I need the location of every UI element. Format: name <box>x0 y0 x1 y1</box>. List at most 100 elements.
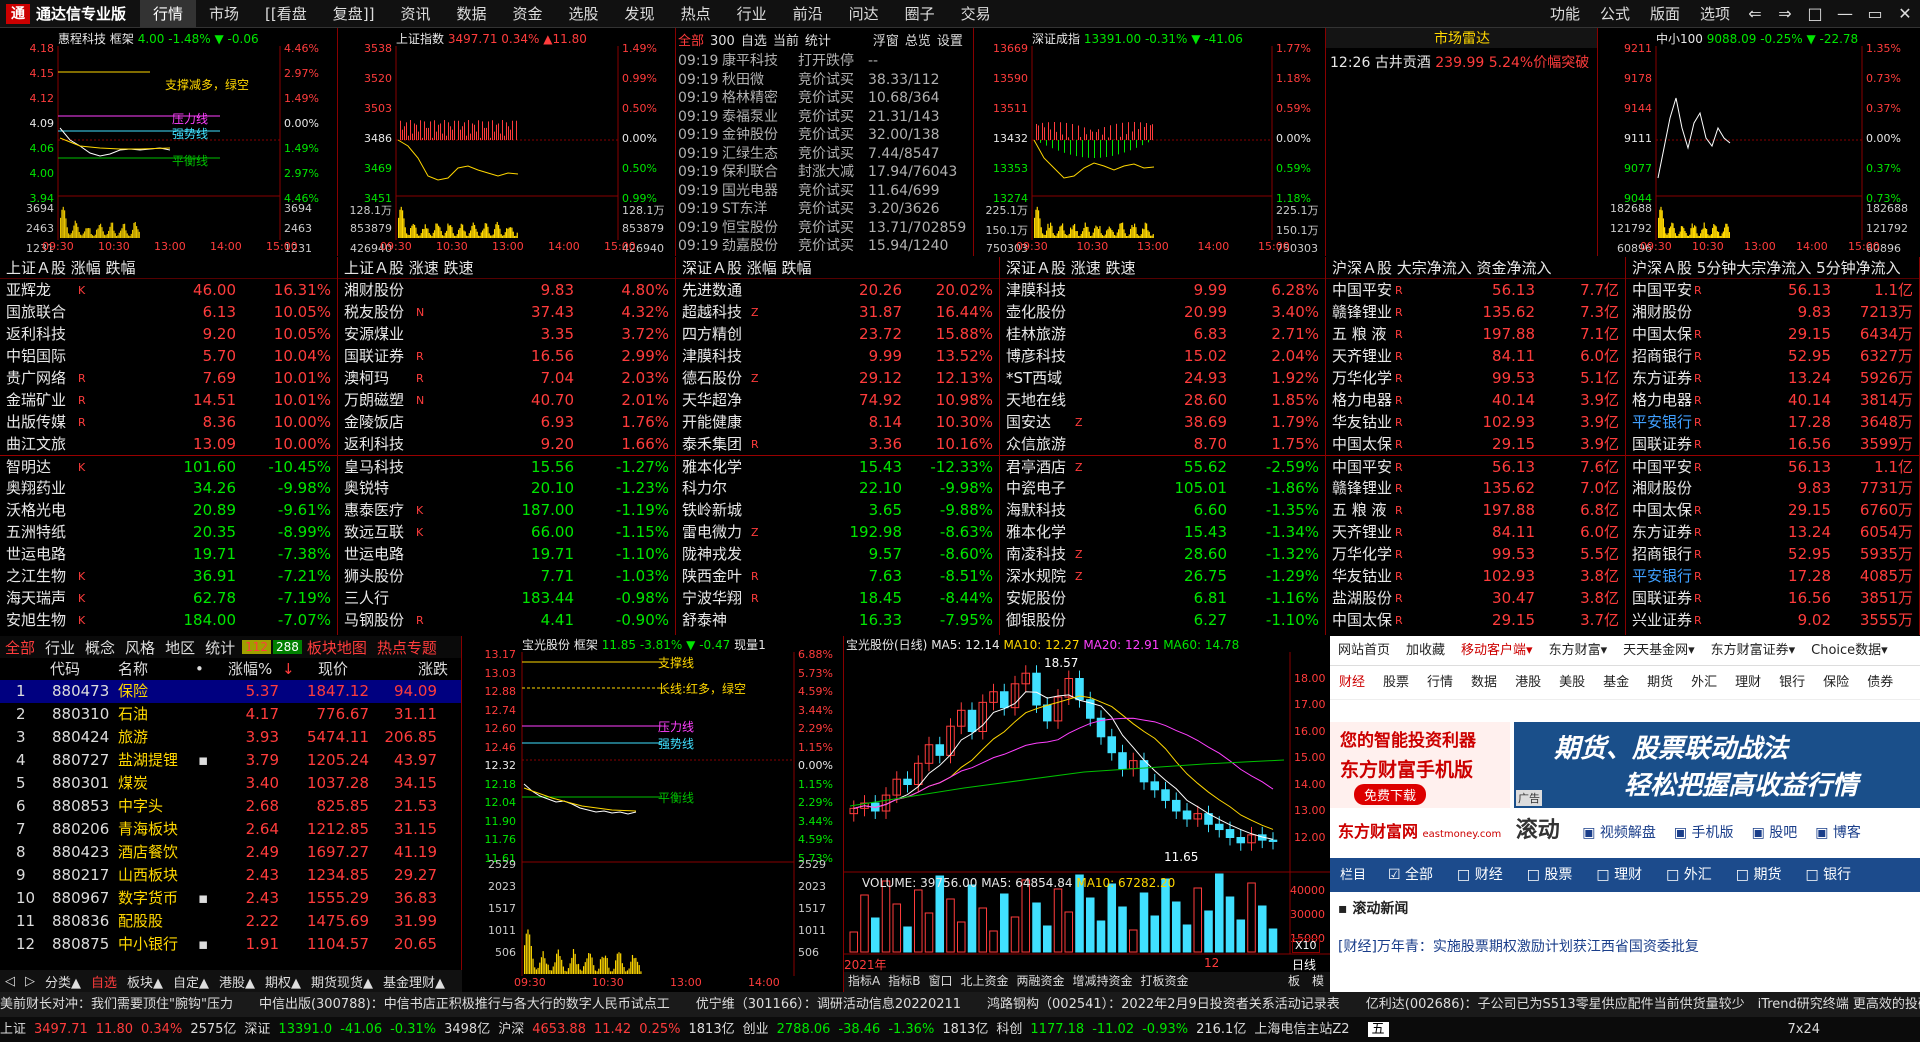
sector-header-cell[interactable]: 现价 <box>318 658 348 680</box>
sector-row[interactable]: 8 880423 酒店餐饮 2.49 1697.27 41.19 <box>0 841 461 864</box>
menu-0[interactable]: 行情 <box>140 0 196 28</box>
menu-8[interactable]: 发现 <box>612 0 668 28</box>
table-row[interactable]: 壶化股份 20.99 3.40% <box>1000 301 1325 323</box>
web-quick-link[interactable]: ▣ 博客 <box>1815 825 1861 841</box>
sector-row[interactable]: 12 880875 中小银行 ▪ 1.91 1104.57 20.65 <box>0 933 461 956</box>
table-row[interactable]: 宁波华翔 R 18.45 -8.44% <box>676 587 999 609</box>
table-row[interactable]: 国安达 Z 38.69 1.79% <box>1000 411 1325 433</box>
menu-11[interactable]: 前沿 <box>780 0 836 28</box>
clock-7x24[interactable]: 7x24 <box>1787 1017 1820 1042</box>
table-row[interactable]: 开能健康 8.14 10.30% <box>676 411 999 433</box>
web-channel-link[interactable]: 财经 <box>1330 675 1374 690</box>
table-row[interactable]: 税友股份 N 37.43 4.32% <box>338 301 675 323</box>
event-tab-right[interactable]: 设置 <box>937 34 963 49</box>
event-row[interactable]: 09:19 格林精密 竞价试买 10.68/364 <box>678 87 940 107</box>
menu-5[interactable]: 数据 <box>444 0 500 28</box>
table-row[interactable]: 三人行 183.44 -0.98% <box>338 587 675 609</box>
bottom-tab[interactable]: ◁ <box>0 974 20 989</box>
web-nav-link[interactable]: 东方财富证券▾ <box>1703 643 1804 658</box>
web-channel-link[interactable]: 外汇 <box>1682 675 1726 690</box>
table-row[interactable]: 德石股份 Z 29.12 12.13% <box>676 367 999 389</box>
table-row[interactable]: 海天瑞声 K 62.78 -7.19% <box>0 587 337 609</box>
table-row[interactable]: 天齐锂业 R 84.11 6.0亿 <box>1326 521 1625 543</box>
sector-tab[interactable]: 概念 <box>80 637 120 658</box>
kline-chart-panel[interactable]: 宝光股份(日线) MA5: 12.14 MA10: 12.27 MA20: 12… <box>844 636 1330 992</box>
event-row[interactable]: 09:19 秋田微 竞价试买 38.33/112 <box>678 69 940 89</box>
web-quick-link[interactable]: ▣ 视频解盘 <box>1582 825 1656 841</box>
kline-tab-right[interactable]: 模 <box>1306 972 1330 989</box>
close-icon[interactable]: ✕ <box>1890 4 1920 23</box>
table-row[interactable]: 桂林旅游 6.83 2.71% <box>1000 323 1325 345</box>
table-row[interactable]: 返利科技 9.20 1.66% <box>338 433 675 455</box>
event-row[interactable]: 09:19 金钟股份 竞价试买 32.00/138 <box>678 124 940 144</box>
web-channel-link[interactable]: 港股 <box>1506 675 1550 690</box>
table-row[interactable]: 万华化学 R 99.53 5.5亿 <box>1326 543 1625 565</box>
kline-tab[interactable]: 指标A <box>844 974 884 988</box>
sector-row[interactable]: 7 880206 青海板块 2.64 1212.85 31.15 <box>0 818 461 841</box>
table-row[interactable]: 四方精创 23.72 15.88% <box>676 323 999 345</box>
table-row[interactable]: 科力尔 22.10 -9.98% <box>676 477 999 499</box>
table-row[interactable]: 沃格光电 20.89 -9.61% <box>0 499 337 521</box>
sector-tab-extra[interactable]: 板块地图 <box>302 637 372 658</box>
news-ticker[interactable]: 美前财长对冲：我们需要顶住"腕钩"压力 中信出版(300788)：中信书店正积极… <box>0 992 1920 1017</box>
table-row[interactable]: 盐湖股份 R 30.47 3.8亿 <box>1326 587 1625 609</box>
ime-indicator[interactable]: 五 <box>1368 1022 1389 1037</box>
table-row[interactable]: 兴业证券 R 9.02 3555万 <box>1626 609 1919 631</box>
web-nav-link[interactable]: 加收藏 <box>1398 643 1453 658</box>
sector-header-cell[interactable]: 名称 <box>118 658 148 680</box>
event-row[interactable]: 09:19 汇绿生态 竞价试买 7.44/8547 <box>678 143 940 163</box>
kline-tab[interactable]: 窗口 <box>924 974 956 988</box>
web-channel-link[interactable]: 美股 <box>1550 675 1594 690</box>
table-row[interactable]: 天齐锂业 R 84.11 6.0亿 <box>1326 345 1625 367</box>
right-menu-0[interactable]: 功能 <box>1540 3 1590 24</box>
table-row[interactable]: 陇神戎发 9.57 -8.60% <box>676 543 999 565</box>
bottom-tab[interactable]: 板块▲ <box>122 972 168 991</box>
table-row[interactable]: 东方证券 R 13.24 6054万 <box>1626 521 1919 543</box>
sector-header-cell[interactable]: 涨跌 <box>418 658 448 680</box>
ranking-table[interactable]: 沪深Ａ股 大宗净流入 资金净流入 中国平安 R 56.13 7.7亿 赣锋锂业 R 135.6… <box>1326 257 1626 635</box>
ranking-table[interactable]: 深证Ａ股 涨幅 跌幅 先进数通 20.26 20.02% 超越科技 Z 31.87 16.44… <box>676 257 1000 635</box>
table-row[interactable]: 深水规院 Z 26.75 -1.29% <box>1000 565 1325 587</box>
sector-row[interactable]: 2 880310 石油 4.17 776.67 31.11 <box>0 703 461 726</box>
web-nav-link[interactable]: 移动客户端▾ <box>1453 643 1541 658</box>
sector-row[interactable]: 5 880301 煤炭 3.40 1037.28 34.15 <box>0 772 461 795</box>
web-news-panel[interactable]: 网站首页 加收藏 移动客户端▾ 东方财富▾ 天天基金网▾ 东方财富证券▾ Choice数据▾… <box>1330 636 1920 992</box>
table-row[interactable]: 中国平安 R 56.13 1.1亿 <box>1626 455 1919 477</box>
table-row[interactable]: 安旭生物 K 184.00 -7.07% <box>0 609 337 631</box>
panel-sz-index[interactable]: 深证成指 13391.00 -0.31% ▼ -41.06 13669 13590… <box>974 28 1326 256</box>
table-row[interactable]: 之江生物 K 36.91 -7.21% <box>0 565 337 587</box>
table-row[interactable]: 中国太保 R 29.15 3.7亿 <box>1326 609 1625 631</box>
web-quick-link[interactable]: ▣ 股吧 <box>1752 825 1798 841</box>
event-row[interactable]: 09:19 国光电器 竞价试买 11.64/699 <box>678 180 940 200</box>
table-row[interactable]: 湘财股份 9.83 7213万 <box>1626 301 1919 323</box>
web-channel-link[interactable]: 基金 <box>1594 675 1638 690</box>
filter-option[interactable]: □ 银行 <box>1793 867 1863 883</box>
table-row[interactable]: 中国太保 R 29.15 6434万 <box>1626 323 1919 345</box>
kline-tab[interactable]: 指标B <box>884 974 924 988</box>
table-row[interactable]: 平安银行 R 17.28 3648万 <box>1626 411 1919 433</box>
right-menu-1[interactable]: 公式 <box>1590 3 1640 24</box>
table-row[interactable]: 皇马科技 15.56 -1.27% <box>338 455 675 477</box>
event-row[interactable]: 09:19 康平科技 打开跌停 -- <box>678 50 878 70</box>
table-row[interactable]: 格力电器 R 40.14 3814万 <box>1626 389 1919 411</box>
restore-icon[interactable]: □ <box>1800 4 1830 23</box>
bottom-tab[interactable]: 期货现货▲ <box>306 972 378 991</box>
table-row[interactable]: 奥锐特 20.10 -1.23% <box>338 477 675 499</box>
table-row[interactable]: 世运电路 19.71 -1.10% <box>338 543 675 565</box>
filter-option[interactable]: □ 股票 <box>1515 867 1585 883</box>
table-row[interactable]: 中铝国际 5.70 10.04% <box>0 345 337 367</box>
kline-tab[interactable]: 打板资金 <box>1137 974 1193 988</box>
filter-option[interactable]: □ 期货 <box>1724 867 1794 883</box>
table-row[interactable]: 出版传媒 R 8.36 10.00% <box>0 411 337 433</box>
bottom-tab[interactable]: 期权▲ <box>260 972 306 991</box>
table-row[interactable]: 中国平安 R 56.13 7.7亿 <box>1326 279 1625 301</box>
table-row[interactable]: *ST西域 24.93 1.92% <box>1000 367 1325 389</box>
panel-sme100[interactable]: 中小100 9088.09 -0.25% ▼ -22.78 9211 9178 91… <box>1598 28 1920 256</box>
kline-tab[interactable]: 增减持资金 <box>1069 974 1137 988</box>
table-row[interactable]: 天华超净 74.92 10.98% <box>676 389 999 411</box>
ranking-table[interactable]: 深证Ａ股 涨速 跌速 津膜科技 9.99 6.28% 壶化股份 20.99 3.40% 桂林旅… <box>1000 257 1326 635</box>
table-row[interactable]: 御银股份 6.27 -1.10% <box>1000 609 1325 631</box>
web-nav-link[interactable]: Choice数据▾ <box>1803 643 1896 658</box>
table-row[interactable]: 澳柯玛 R 7.04 2.03% <box>338 367 675 389</box>
web-channel-link[interactable]: 债券 <box>1858 675 1902 690</box>
